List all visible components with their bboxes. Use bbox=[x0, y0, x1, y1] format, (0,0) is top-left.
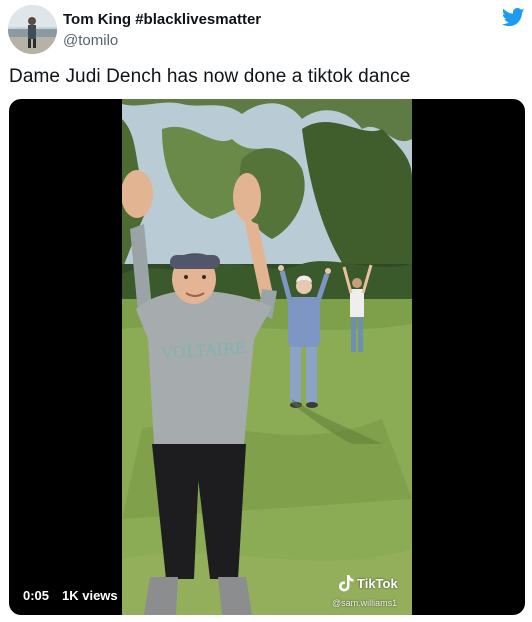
author-name[interactable]: Tom King #blacklivesmatter bbox=[63, 11, 261, 28]
tiktok-brand-text: TikTok bbox=[357, 575, 398, 591]
author-handle[interactable]: @tomilo bbox=[63, 32, 118, 49]
author-avatar[interactable] bbox=[8, 5, 57, 54]
tweet-card: Tom King #blacklivesmatter @tomilo Dame … bbox=[0, 0, 532, 622]
video-thumbnail: VOLTAIRE bbox=[122, 99, 412, 615]
video-frame: VOLTAIRE bbox=[122, 99, 412, 615]
twitter-bird-icon[interactable] bbox=[502, 8, 525, 27]
tiktok-note-icon bbox=[339, 575, 354, 592]
tweet-text: Dame Judi Dench has now done a tiktok da… bbox=[9, 66, 411, 87]
tiktok-watermark: TikTok bbox=[338, 573, 398, 593]
video-time: 0:05 bbox=[23, 588, 50, 603]
video-views: 1K views bbox=[62, 588, 118, 603]
video-player[interactable]: VOLTAIRE 0:05 1K views TikTok @sam.willi… bbox=[9, 99, 525, 615]
tiktok-username: @sam.williams1 bbox=[332, 598, 398, 608]
avatar-image bbox=[8, 5, 57, 54]
